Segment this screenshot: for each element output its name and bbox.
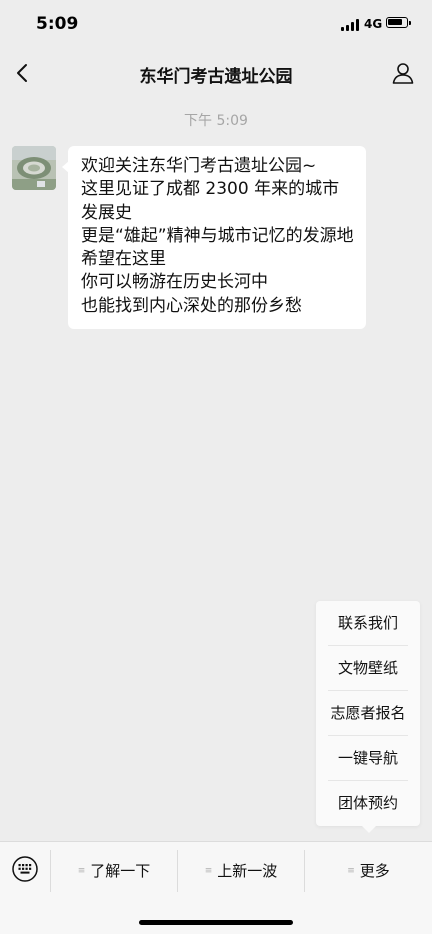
menu-learn-more[interactable]: ≡ 了解一下 [51,842,177,899]
page-title: 东华门考古遗址公园 [139,67,293,87]
status-time: 5:09 [36,14,79,34]
menu-more-label: 更多 [359,862,390,880]
menu-new-arrivals-label: 上新一波 [217,862,278,880]
signal-icon [341,19,359,31]
menu-item-volunteer-signup[interactable]: 志愿者报名 [328,691,408,736]
status-bar: 5:09 4G [0,0,432,50]
message-line: 希望在这里 [81,249,166,270]
message-bubble: 欢迎关注东华门考古遗址公园~ 这里见证了成都 2300 年来的城市发展史 更是“… [62,146,366,330]
menu-item-contact-us[interactable]: 联系我们 [328,601,408,646]
more-submenu: 联系我们 文物壁纸 志愿者报名 一键导航 团体预约 [316,601,420,833]
menu-item-group-booking[interactable]: 团体预约 [328,781,408,826]
message-line: 欢迎关注东华门考古遗址公园~ [81,156,317,176]
menu-item-wallpapers[interactable]: 文物壁纸 [328,646,408,691]
message-line: 也能找到内心深处的那份乡愁 [81,295,302,316]
network-type: 4G [364,17,383,31]
menu-item-navigation[interactable]: 一键导航 [328,736,408,781]
nav-bar: 东华门考古遗址公园 [0,50,432,96]
menu-list-icon: ≡ [347,865,354,876]
home-indicator[interactable] [139,920,293,925]
keyboard-icon [12,856,38,882]
chevron-left-icon [17,64,27,82]
message-line: 更是“雄起”精神与城市记忆的发源地 [81,225,354,246]
message-line: 这里见证了成都 2300 年来的城市发展史 [81,179,340,223]
message-line: 你可以畅游在历史长河中 [81,272,268,293]
menu-new-arrivals[interactable]: ≡ 上新一波 [178,842,304,899]
profile-button[interactable] [390,60,416,86]
person-icon [392,63,414,84]
battery-icon [386,17,411,28]
menu-learn-more-label: 了解一下 [90,862,151,880]
menu-list-icon: ≡ [204,865,212,876]
message-timestamp: 下午 5:09 [184,113,248,129]
back-button[interactable] [10,60,36,86]
menu-list-icon: ≡ [77,865,85,876]
account-avatar[interactable] [12,146,56,190]
menu-more[interactable]: ≡ 更多 [305,842,432,899]
keyboard-toggle-button[interactable] [11,855,39,883]
